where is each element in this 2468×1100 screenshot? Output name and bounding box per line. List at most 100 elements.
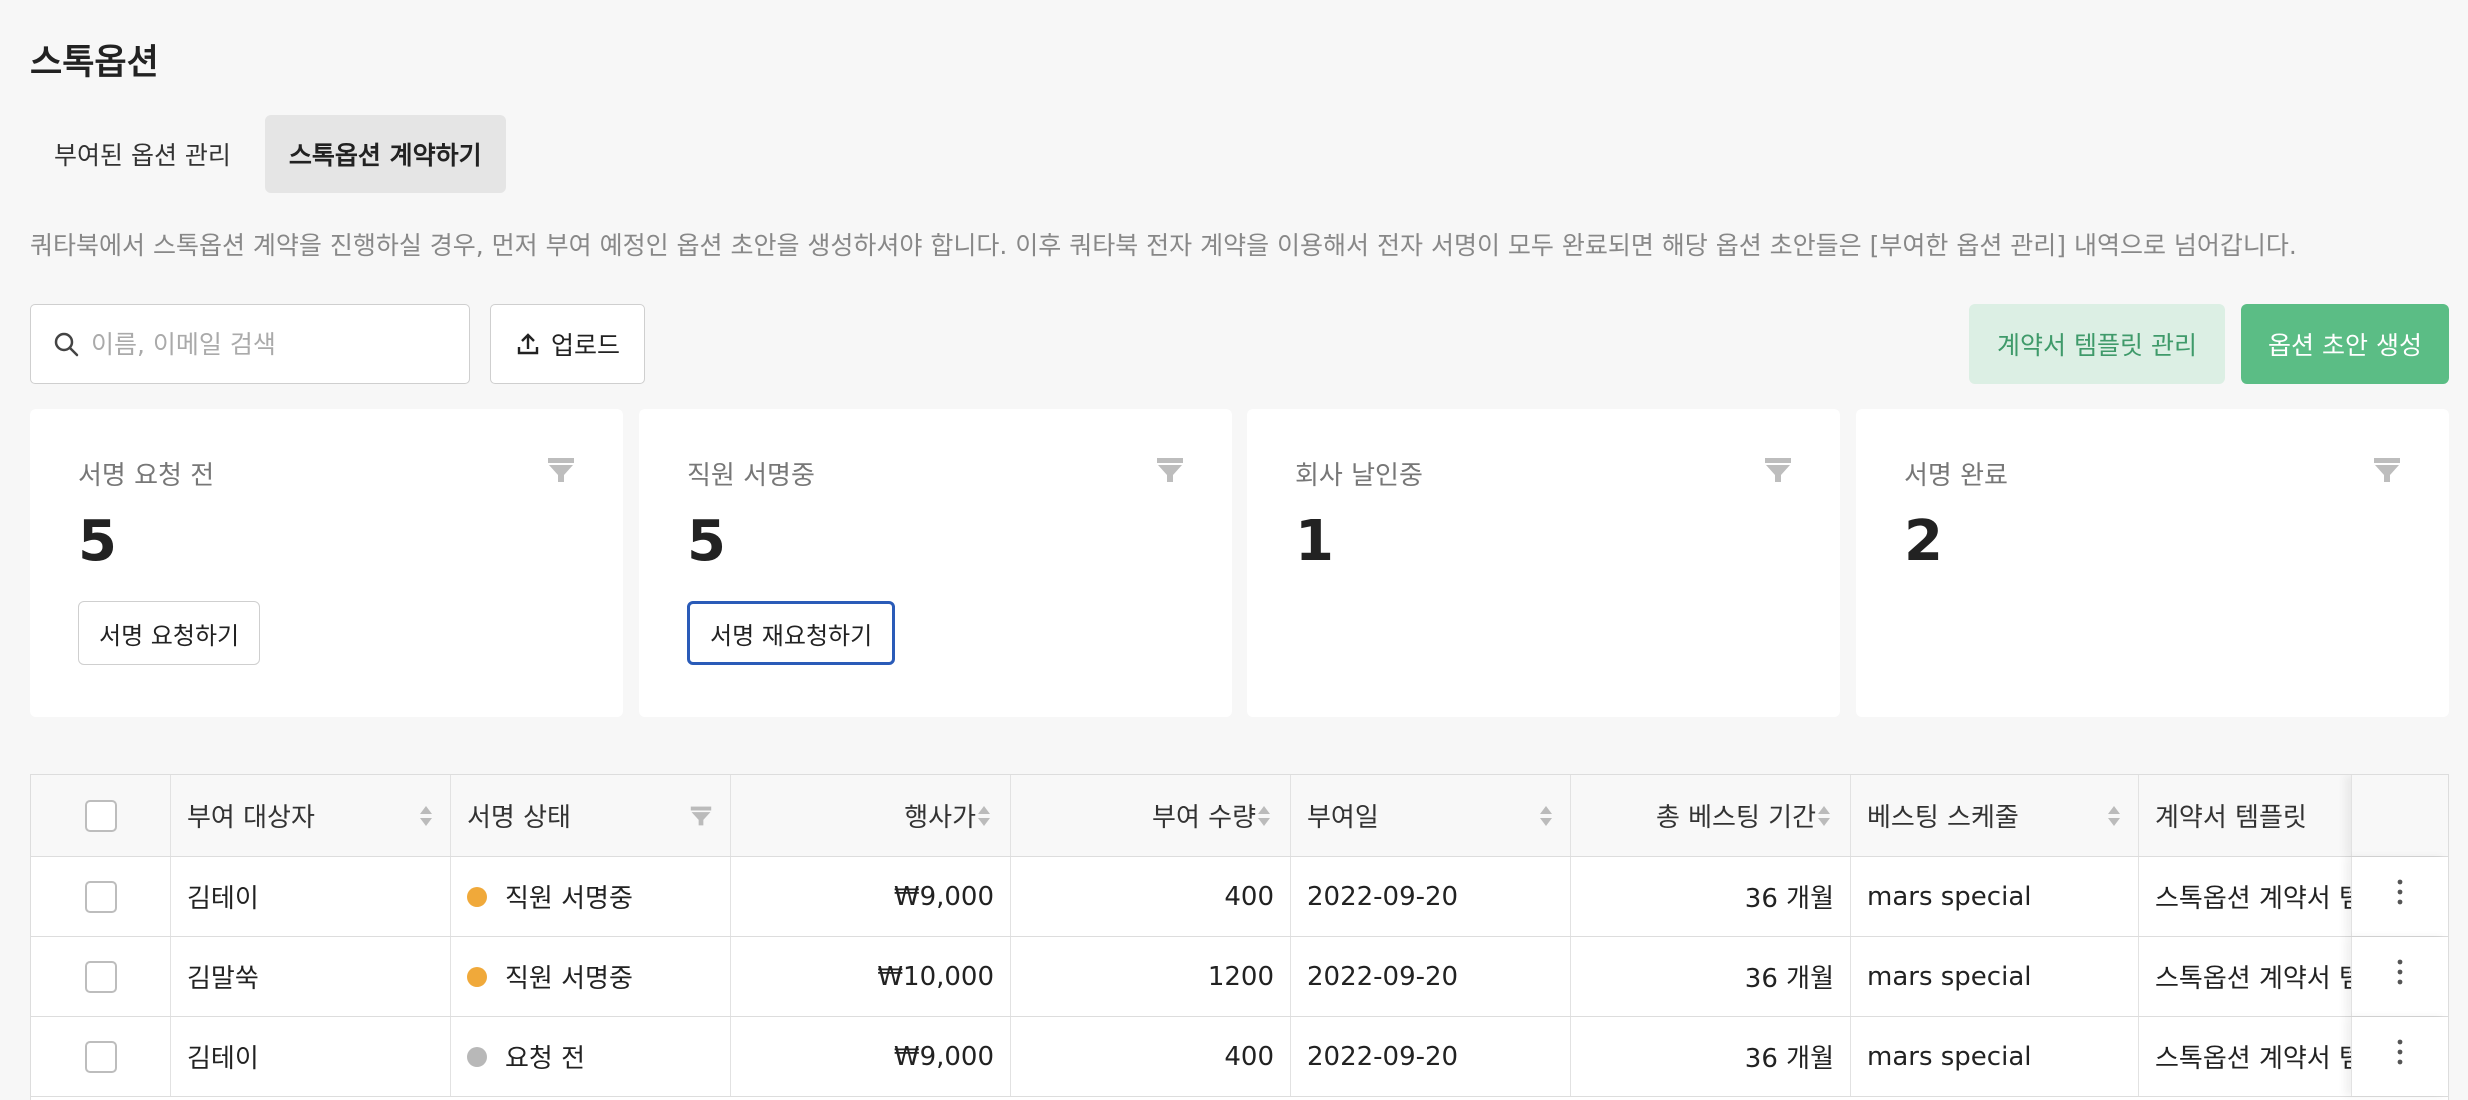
- option-draft-table: 부여 대상자 서명 상태 행사가 부여 수량 부여일 총 베스팅 기간 베스팅 …: [30, 774, 2449, 1100]
- row-checkbox[interactable]: [84, 960, 117, 993]
- more-options-icon[interactable]: [2392, 1037, 2408, 1067]
- summary-card-employee-signing: 직원 서명중 5 서명 재요청하기: [639, 409, 1232, 717]
- more-options-icon[interactable]: [2392, 877, 2408, 907]
- search-icon: [54, 332, 79, 357]
- re-request-signature-button[interactable]: 서명 재요청하기: [687, 601, 896, 665]
- status-dot: [467, 966, 487, 987]
- cell-vesting-period: 36 개월: [1571, 857, 1851, 936]
- column-header-label: 총 베스팅 기간: [1655, 803, 1816, 833]
- column-header-label: 부여 수량: [1152, 803, 1256, 833]
- search-box[interactable]: [30, 304, 470, 384]
- status-dot: [467, 1046, 487, 1067]
- page-title: 스톡옵션: [30, 43, 159, 83]
- tab-bar: 부여된 옵션 관리 스톡옵션 계약하기: [30, 115, 506, 193]
- column-header-label: 부여일: [1307, 803, 1379, 833]
- column-header-template[interactable]: 계약서 템플릿: [2139, 775, 2379, 856]
- column-header-vesting-period[interactable]: 총 베스팅 기간: [1571, 775, 1851, 856]
- cell-vesting-schedule: mars special: [1851, 937, 2139, 1016]
- cell-vesting-period: 36 개월: [1571, 937, 1851, 1016]
- table-row[interactable]: 김테이 직원 서명중 ₩9,000 400 2022-09-20 36 개월 m…: [31, 857, 2448, 937]
- row-select-cell: [31, 857, 171, 936]
- card-count: 1: [1295, 509, 1334, 574]
- sort-icon[interactable]: [2106, 803, 2122, 829]
- column-header-status[interactable]: 서명 상태: [451, 775, 731, 856]
- cell-price: ₩10,000: [731, 937, 1011, 1016]
- actions-header: [2351, 775, 2448, 856]
- card-count: 5: [78, 509, 117, 574]
- row-actions: [2351, 937, 2448, 1016]
- request-signature-button[interactable]: 서명 요청하기: [78, 601, 261, 665]
- status-dot: [467, 886, 487, 907]
- table-header-row: 부여 대상자 서명 상태 행사가 부여 수량 부여일 총 베스팅 기간 베스팅 …: [31, 775, 2448, 857]
- card-label: 회사 날인중: [1295, 461, 1423, 491]
- row-actions: [2351, 857, 2448, 936]
- card-count: 5: [687, 509, 726, 574]
- cell-status: 직원 서명중: [451, 857, 731, 936]
- sort-icon[interactable]: [1256, 803, 1272, 829]
- cell-grant-date: 2022-09-20: [1291, 1017, 1571, 1096]
- card-label: 서명 요청 전: [78, 461, 215, 491]
- filter-icon[interactable]: [1764, 457, 1792, 483]
- cell-quantity: 400: [1011, 1017, 1291, 1096]
- upload-button[interactable]: 업로드: [490, 304, 645, 384]
- status-label: 직원 서명중: [505, 884, 633, 914]
- row-checkbox[interactable]: [84, 880, 117, 913]
- summary-card-signed: 서명 완료 2: [1856, 409, 2449, 717]
- column-header-label: 행사가: [904, 803, 976, 833]
- search-input[interactable]: [91, 329, 461, 359]
- select-all-checkbox[interactable]: [84, 799, 117, 832]
- cell-template: 스톡옵션 계약서 템: [2155, 1044, 2363, 1074]
- cell-vesting-period: 36 개월: [1571, 1017, 1851, 1096]
- card-label: 서명 완료: [1904, 461, 2008, 491]
- card-label: 직원 서명중: [687, 461, 815, 491]
- cell-template: 스톡옵션 계약서 템: [2155, 884, 2363, 914]
- cell-quantity: 1200: [1011, 937, 1291, 1016]
- cell-quantity: 400: [1011, 857, 1291, 936]
- row-checkbox[interactable]: [84, 1040, 117, 1073]
- filter-icon[interactable]: [1156, 457, 1184, 483]
- sort-icon[interactable]: [1538, 803, 1554, 829]
- filter-icon[interactable]: [690, 805, 712, 827]
- cell-grant-date: 2022-09-20: [1291, 937, 1571, 1016]
- tab-granted-options[interactable]: 부여된 옵션 관리: [30, 115, 255, 193]
- sort-icon[interactable]: [418, 803, 434, 829]
- more-options-icon[interactable]: [2392, 957, 2408, 987]
- cell-grantee: 김테이: [171, 1017, 451, 1096]
- summary-card-company-sealing: 회사 날인중 1: [1247, 409, 1840, 717]
- row-select-cell: [31, 1017, 171, 1096]
- cell-grantee: 김테이: [171, 857, 451, 936]
- cell-price: ₩9,000: [731, 857, 1011, 936]
- column-header-label: 베스팅 스케줄: [1867, 803, 2019, 833]
- cell-price: ₩9,000: [731, 1017, 1011, 1096]
- create-option-draft-button[interactable]: 옵션 초안 생성: [2241, 304, 2449, 384]
- tab-option-contract[interactable]: 스톡옵션 계약하기: [264, 115, 506, 193]
- filter-icon[interactable]: [2373, 457, 2401, 483]
- card-count: 2: [1904, 509, 1943, 574]
- cell-grant-date: 2022-09-20: [1291, 857, 1571, 936]
- column-header-price[interactable]: 행사가: [731, 775, 1011, 856]
- status-label: 직원 서명중: [505, 964, 633, 994]
- cell-status: 직원 서명중: [451, 937, 731, 1016]
- column-header-grantee[interactable]: 부여 대상자: [171, 775, 451, 856]
- status-label: 요청 전: [505, 1044, 586, 1074]
- select-all-cell: [31, 775, 171, 856]
- upload-icon: [517, 333, 539, 355]
- sort-icon[interactable]: [976, 803, 992, 829]
- manage-template-button[interactable]: 계약서 템플릿 관리: [1969, 304, 2225, 384]
- summary-card-before-request: 서명 요청 전 5 서명 요청하기: [30, 409, 623, 717]
- cell-vesting-schedule: mars special: [1851, 857, 2139, 936]
- row-actions: [2351, 1017, 2448, 1096]
- cell-vesting-schedule: mars special: [1851, 1017, 2139, 1096]
- table-row[interactable]: 김테이 요청 전 ₩9,000 400 2022-09-20 36 개월 mar…: [31, 1017, 2448, 1097]
- cell-status: 요청 전: [451, 1017, 731, 1096]
- page-description: 쿼타북에서 스톡옵션 계약을 진행하실 경우, 먼저 부여 예정인 옵션 초안을…: [30, 231, 2297, 260]
- upload-label: 업로드: [550, 331, 620, 360]
- table-row[interactable]: 김말쑥 직원 서명중 ₩10,000 1200 2022-09-20 36 개월…: [31, 937, 2448, 1017]
- cell-template: 스톡옵션 계약서 템: [2155, 964, 2363, 994]
- sort-icon[interactable]: [1816, 803, 1832, 829]
- column-header-grant-date[interactable]: 부여일: [1291, 775, 1571, 856]
- column-header-quantity[interactable]: 부여 수량: [1011, 775, 1291, 856]
- column-header-label: 서명 상태: [467, 803, 571, 833]
- filter-icon[interactable]: [547, 457, 575, 483]
- column-header-vesting-schedule[interactable]: 베스팅 스케줄: [1851, 775, 2139, 856]
